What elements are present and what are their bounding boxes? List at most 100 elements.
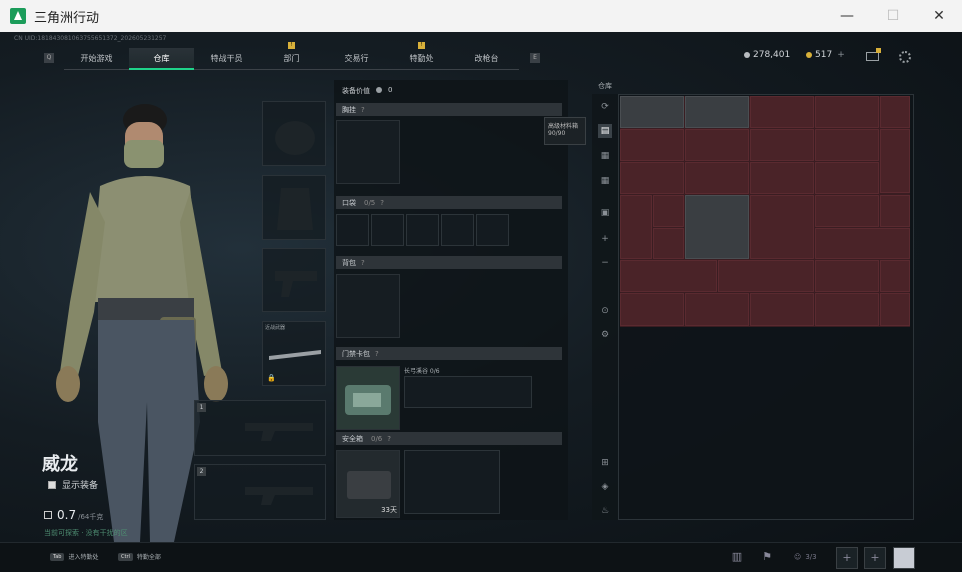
flag-icon[interactable]: ⚑ [756,547,778,569]
nav-next-key[interactable]: E [530,53,540,63]
storage-item[interactable] [750,162,814,194]
keycard-map-label: 长弓溪谷 0/6 [404,368,440,375]
storage-item[interactable] [815,195,879,227]
materials-filter-icon[interactable]: ▤ [598,124,612,138]
add-icon[interactable]: + [598,232,612,246]
storage-item[interactable] [685,129,749,161]
pocket-slot[interactable] [441,214,474,246]
avatar[interactable] [893,547,915,569]
storage-item[interactable] [718,260,814,292]
money-display: 278,401 [744,50,790,60]
sort-icon[interactable]: ⟳ [598,100,612,114]
storage-item[interactable] [685,195,749,259]
mail-icon[interactable] [866,52,879,61]
storage-item[interactable] [815,96,879,128]
invite-slot-button[interactable]: + [864,547,886,569]
tab-operators[interactable]: 特战干员 [194,48,259,70]
layers-icon[interactable]: ◈ [598,480,612,494]
storage-item[interactable] [685,162,749,194]
storage-toolbar: ⟳ ▤ ▦ ▦ ▣ + − ⊙ ⚙ ⊞ ◈ ♨ [592,94,618,520]
operator-name: 威龙 [42,454,78,475]
organize-icon[interactable]: ⊞ [598,456,612,470]
help-icon[interactable]: ? [361,259,365,267]
armor-slot[interactable] [262,175,326,240]
secure-container-grid[interactable] [404,450,500,514]
filter-icon[interactable]: ▣ [598,206,612,220]
help-icon[interactable]: ? [387,435,391,443]
storage-item[interactable] [880,129,910,193]
storage-item[interactable] [750,195,814,259]
enter-special-ops-hint[interactable]: Tab 进入特勤处 [50,552,98,561]
tab-trade[interactable]: 交易行 [324,48,389,70]
helmet-slot[interactable] [262,101,326,166]
nav-prev-key[interactable]: Q [44,53,54,63]
lock-icon[interactable]: ⊙ [598,304,612,318]
help-icon[interactable]: ? [361,106,365,114]
primary-weapon-slot-2[interactable]: 2 [194,464,326,520]
close-button[interactable]: ✕ [916,0,962,32]
minimize-button[interactable]: — [824,0,870,32]
checkbox[interactable] [48,480,56,489]
tab-gunsmith[interactable]: 改枪台 [454,48,519,70]
storage-item[interactable] [653,228,684,259]
storage-item[interactable] [815,162,879,194]
storage-grid-panel [618,94,914,520]
remove-icon[interactable]: − [598,256,612,270]
armor-icon [277,188,313,230]
keycard-case-item[interactable] [336,366,400,430]
storage-item[interactable] [815,228,910,259]
add-currency-button[interactable]: + [837,50,845,60]
storage-item[interactable] [880,260,910,292]
storage-item[interactable] [620,195,652,259]
team-icon: ☺ [794,553,802,561]
storage-item[interactable] [685,96,749,128]
melee-slot[interactable]: 近战武器 🔒 [262,321,326,386]
storage-item[interactable] [815,129,879,161]
settings-icon[interactable] [899,51,911,63]
storage-item[interactable] [653,195,684,227]
invite-slot-button[interactable]: + [836,547,858,569]
pocket-slot[interactable] [406,214,439,246]
tab-warehouse[interactable]: 仓库 [129,48,194,70]
maximize-button[interactable]: ☐ [870,0,916,32]
storage-item[interactable] [750,293,814,326]
storage-item[interactable] [815,293,879,326]
chest-rig-slot[interactable] [336,120,400,184]
storage-item[interactable] [880,293,910,326]
storage-item[interactable] [620,129,684,161]
storage-item[interactable] [620,96,684,128]
filter-icon[interactable]: ▦ [598,149,612,163]
help-icon[interactable]: ? [380,199,384,207]
show-equipment-toggle[interactable]: 显示装备 [48,478,98,491]
help-icon[interactable]: ? [375,350,379,358]
window-titlebar: 三角洲行动 — ☐ ✕ [0,0,962,32]
settings-icon[interactable]: ⚙ [598,328,612,342]
primary-weapon-slot-1[interactable]: 1 [194,400,326,456]
pocket-slot[interactable] [336,214,369,246]
pocket-slot[interactable] [476,214,509,246]
pocket-slot[interactable] [371,214,404,246]
storage-item[interactable] [620,260,717,292]
storage-item[interactable] [620,162,684,194]
top-navigation: Q 开始游戏 仓库 特战干员 ! 部门 交易行 ! 特勤处 改枪台 E 278,40… [0,42,962,70]
storage-item[interactable] [815,260,879,292]
backpack-slot[interactable] [336,274,400,338]
storage-item[interactable] [685,293,749,326]
tab-special-ops[interactable]: ! 特勤处 [389,42,454,70]
secure-container-item[interactable]: 33天 [336,450,400,518]
storage-item[interactable] [880,195,910,227]
storage-item[interactable] [620,293,684,326]
pistol-slot[interactable] [262,248,326,312]
keycard-grid[interactable] [404,376,532,408]
tab-start-game[interactable]: 开始游戏 [64,48,129,70]
special-ops-all-hint[interactable]: Ctrl 特勤全部 [118,552,161,561]
bin-icon[interactable]: ♨ [598,504,612,518]
storage-item[interactable] [750,129,814,161]
team-indicator[interactable]: ☺ 3/3 [794,553,817,561]
stats-icon[interactable]: ▥ [726,547,748,569]
storage-item[interactable] [750,96,814,128]
filter-icon[interactable]: ▦ [598,174,612,188]
tab-department[interactable]: ! 部门 [259,42,324,70]
player-uid: CN UID:181843081063755651372_20260523125… [14,35,167,42]
storage-item[interactable] [880,96,910,128]
